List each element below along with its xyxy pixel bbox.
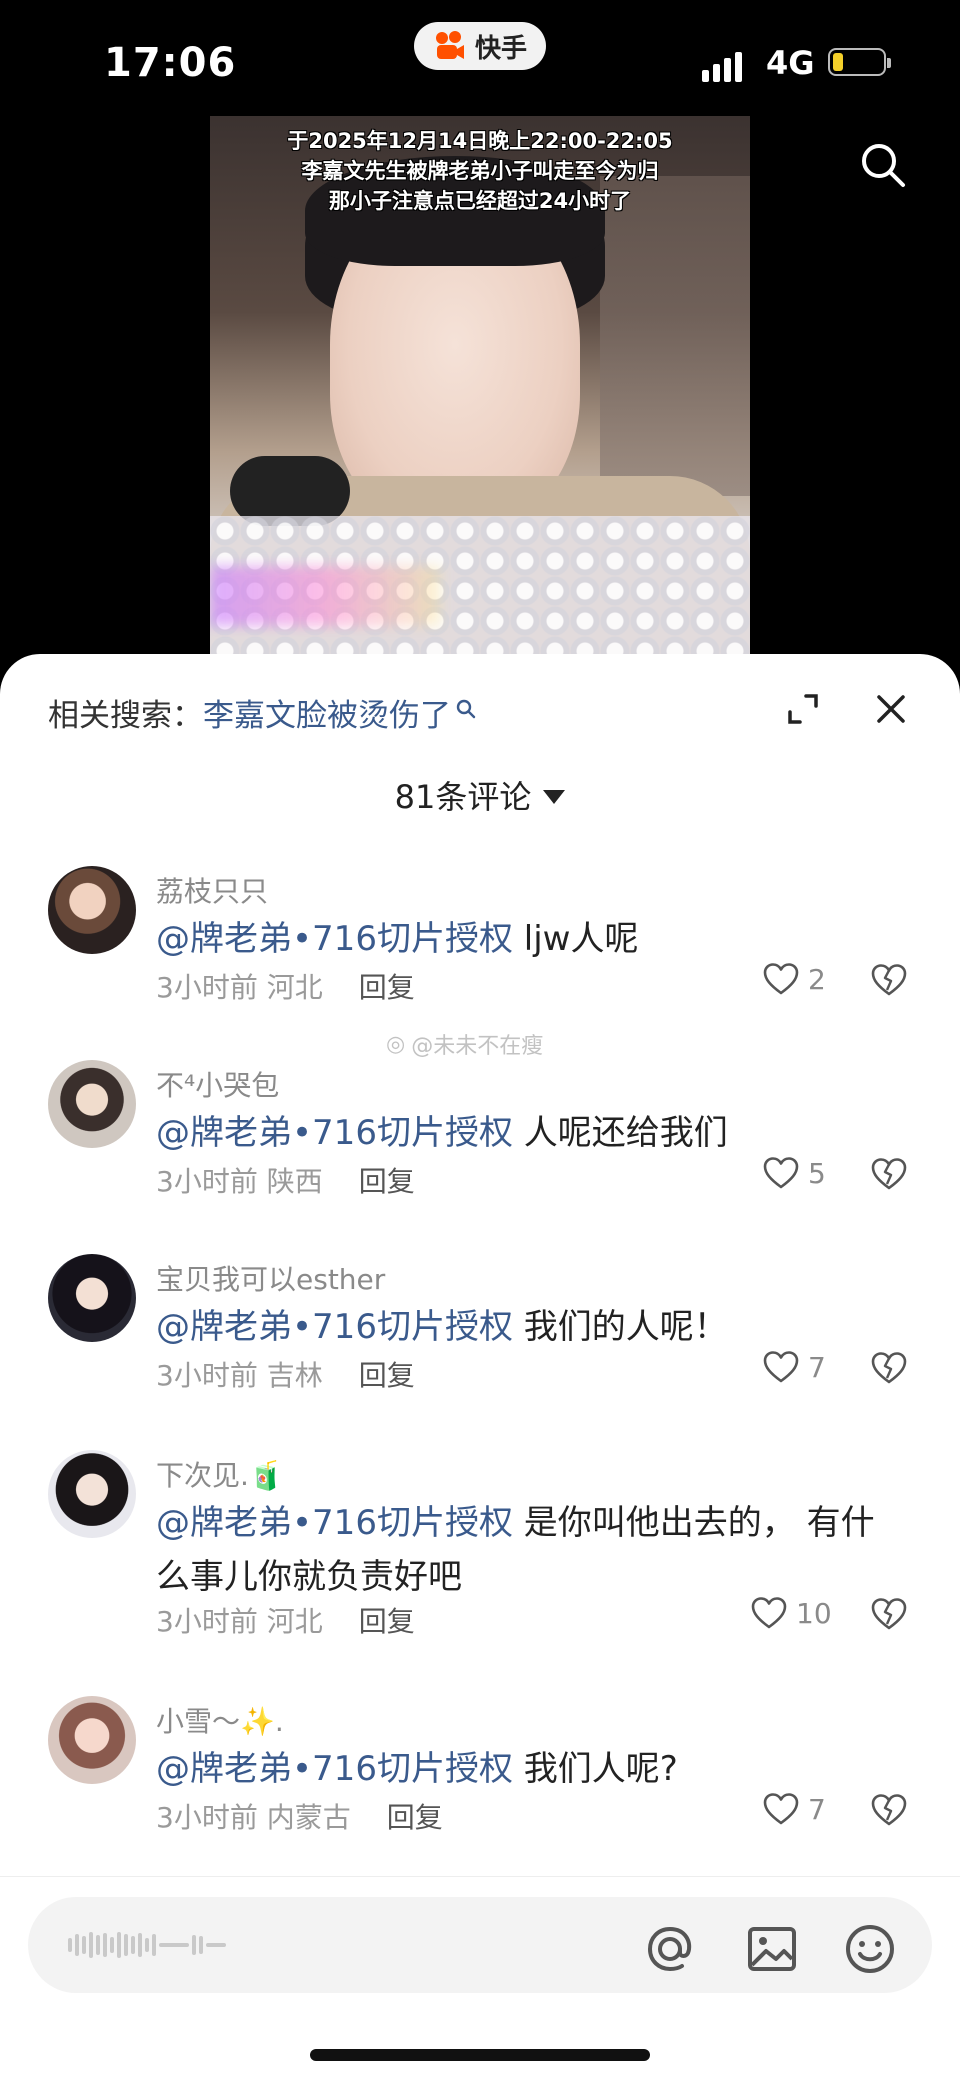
mention-link[interactable]: @牌老弟•716切片授权 [156,1503,513,1543]
comment-content: ljw人呢 [512,919,639,959]
mention-link[interactable]: @牌老弟•716切片授权 [156,1307,513,1347]
comment-meta: 3小时前 河北 回复 [156,966,415,1006]
heart-icon [763,1351,799,1383]
weibo-icon: ◎ [386,1031,406,1057]
comment-content: 我们的人呢！ [512,1307,728,1347]
status-bar: 17:06 快手 4G [0,0,960,120]
comment-text: @牌老弟•716切片授权 我们人呢? [156,1742,896,1796]
like-button[interactable]: 10 [750,1596,832,1630]
like-count: 7 [808,1350,826,1384]
cellular-signal-icon [702,46,742,82]
reply-button[interactable]: 回复 [387,1801,443,1834]
comment-count: 81条评论 [394,778,532,816]
avatar[interactable] [48,1450,136,1538]
broken-heart-icon[interactable] [870,1596,908,1632]
comment-time: 3小时前 [156,1605,258,1638]
like-button[interactable]: 7 [762,1350,826,1384]
comment-username[interactable]: 荔枝只只 [156,870,268,910]
reply-button[interactable]: 回复 [359,1165,415,1198]
caption-line: 那小子注意点已经超过24小时了 [328,189,632,213]
battery-fill [833,53,843,71]
mention-link[interactable]: @牌老弟•716切片授权 [156,919,513,959]
at-icon[interactable] [642,1921,698,1977]
home-indicator[interactable] [310,2049,650,2061]
heart-icon [763,1157,799,1189]
avatar[interactable] [48,866,136,954]
close-icon[interactable] [874,692,908,726]
comment-input-bar [0,1876,960,2078]
caption-line: 李嘉文先生被牌老弟小子叫走至今为归 [301,159,659,183]
watermark-text: @未未不在瘦 [411,1034,544,1059]
comment-time: 3小时前 [156,1165,258,1198]
comment-username[interactable]: 小雪～✨. [156,1700,284,1740]
broken-heart-icon[interactable] [870,1156,908,1192]
related-search[interactable]: 相关搜索： 李嘉文脸被烫伤了 [48,690,477,735]
search-icon[interactable] [858,140,908,190]
status-time: 17:06 [104,40,237,86]
comment-time: 3小时前 [156,1801,258,1834]
battery-icon [828,48,891,76]
heart-icon [763,963,799,995]
comments-panel: 相关搜索： 李嘉文脸被烫伤了 81条评论 荔枝只只 @牌老弟•716切片授权 l… [0,654,960,2078]
comment-region: 河北 [266,1605,323,1638]
avatar[interactable] [48,1060,136,1148]
like-button[interactable]: 7 [762,1792,826,1826]
heart-icon [763,1793,799,1825]
kuaishou-logo-icon [435,31,464,59]
reply-button[interactable]: 回复 [359,971,415,1004]
image-icon[interactable] [744,1921,800,1977]
caret-down-icon [543,790,566,804]
comment-meta: 3小时前 内蒙古 回复 [156,1796,443,1836]
reply-button[interactable]: 回复 [359,1359,415,1392]
comment-meta: 3小时前 陕西 回复 [156,1160,415,1200]
small-search-icon [456,699,476,718]
watermark: ◎ @未未不在瘦 [386,1028,543,1060]
comment-username[interactable]: 宝贝我可以esther [156,1258,385,1298]
related-search-label: 相关搜索： [48,698,203,734]
like-count: 5 [808,1156,826,1190]
comment-input[interactable] [28,1897,932,1993]
app-name: 快手 [474,33,527,64]
like-count: 7 [808,1792,826,1826]
video-caption: 于2025年12月14日晚上22:00-22:05 李嘉文先生被牌老弟小子叫走至… [210,126,750,216]
comment-time: 3小时前 [156,1359,258,1392]
expand-icon[interactable] [786,692,820,726]
related-search-link[interactable]: 李嘉文脸被烫伤了 [203,690,451,735]
comment-region: 陕西 [266,1165,323,1198]
reply-button[interactable]: 回复 [359,1605,415,1638]
comment-time: 3小时前 [156,971,258,1004]
like-count: 2 [808,962,826,996]
avatar[interactable] [48,1696,136,1784]
broken-heart-icon[interactable] [870,962,908,998]
comment-username[interactable]: 不⁴小哭包 [156,1064,279,1104]
comment-text: @牌老弟•716切片授权 ljw人呢 [156,912,896,966]
mention-link[interactable]: @牌老弟•716切片授权 [156,1113,513,1153]
comment-text: @牌老弟•716切片授权 我们的人呢！ [156,1300,896,1354]
comment-text: @牌老弟•716切片授权 人呢还给我们 [156,1106,896,1160]
comment-region: 内蒙古 [266,1801,351,1834]
like-count: 10 [796,1596,832,1630]
heart-icon [751,1597,787,1629]
network-type: 4G [766,44,815,82]
comment-username[interactable]: 下次见.🧃 [156,1454,284,1494]
caption-line: 于2025年12月14日晚上22:00-22:05 [287,129,673,153]
like-button[interactable]: 2 [762,962,826,996]
comment-text: @牌老弟•716切片授权 是你叫他出去的， 有什么事儿你就负责好吧 [156,1496,896,1604]
emoji-icon[interactable] [842,1921,898,1977]
mention-link[interactable]: @牌老弟•716切片授权 [156,1749,513,1789]
app-badge: 快手 [414,22,546,70]
comment-meta: 3小时前 河北 回复 [156,1600,415,1640]
comment-region: 吉林 [266,1359,323,1392]
comment-content: 人呢还给我们 [512,1113,728,1153]
broken-heart-icon[interactable] [870,1350,908,1386]
broken-heart-icon[interactable] [870,1792,908,1828]
comment-input-placeholder [68,1925,338,1965]
like-button[interactable]: 5 [762,1156,826,1190]
comment-region: 河北 [266,971,323,1004]
comment-count-sort[interactable]: 81条评论 [0,772,960,818]
comment-content: 我们人呢? [512,1749,678,1789]
avatar[interactable] [48,1254,136,1342]
video-player[interactable]: 于2025年12月14日晚上22:00-22:05 李嘉文先生被牌老弟小子叫走至… [210,116,750,676]
comment-meta: 3小时前 吉林 回复 [156,1354,415,1394]
